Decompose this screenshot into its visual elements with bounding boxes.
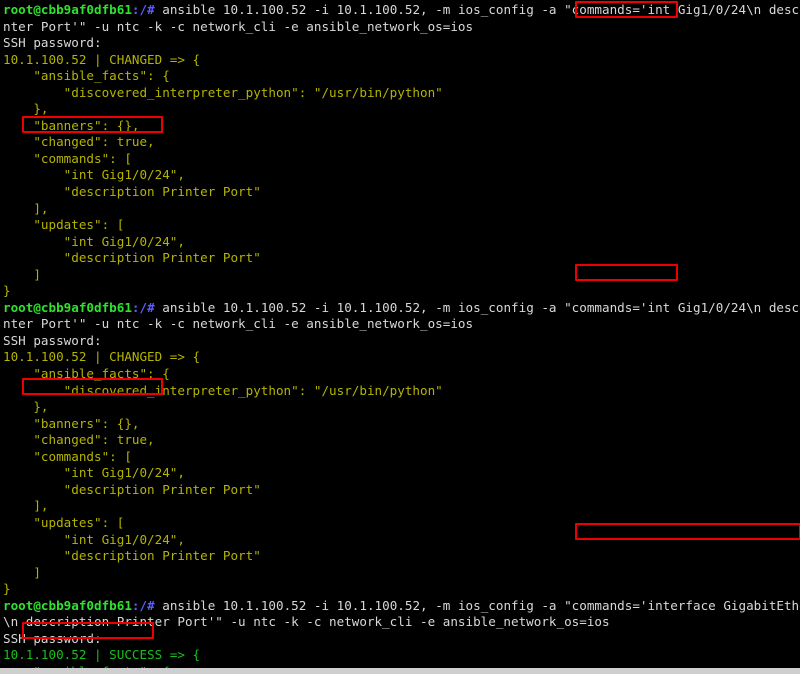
- terminal-output-line: "description Printer Port": [3, 482, 800, 499]
- terminal-output-line: SSH password:: [3, 631, 800, 648]
- output-text: "description Printer Port": [3, 481, 261, 497]
- output-text: SSH password:: [3, 630, 102, 646]
- terminal-output-line: },: [3, 399, 800, 416]
- terminal-output-line: "changed": true,: [3, 134, 800, 151]
- output-text: "commands": [: [3, 150, 132, 166]
- output-text: "ansible_facts": {: [3, 663, 170, 674]
- terminal-output-line: \n description Printer Port'" -u ntc -k …: [3, 614, 800, 631]
- prompt-path: :/#: [131, 597, 163, 613]
- output-text: "changed": true,: [3, 134, 155, 150]
- output-text: "description Printer Port": [3, 548, 261, 564]
- terminal-output-line: "banners": {},: [3, 416, 800, 433]
- terminal-output-line: 10.1.100.52 | CHANGED => {: [3, 52, 800, 69]
- terminal-output-line: },: [3, 101, 800, 118]
- output-text: 10.1.100.52 | CHANGED => {: [3, 51, 201, 67]
- terminal-output-line: }: [3, 581, 800, 598]
- terminal-output-line: nter Port'" -u ntc -k -c network_cli -e …: [3, 19, 800, 36]
- output-text: nter Port'" -u ntc -k -c network_cli -e …: [3, 316, 474, 332]
- terminal-output-line: "updates": [: [3, 515, 800, 532]
- terminal-output-line: }: [3, 283, 800, 300]
- terminal-output-line: ],: [3, 201, 800, 218]
- terminal-output-line: "int Gig1/0/24",: [3, 167, 800, 184]
- output-text: 10.1.100.52 | SUCCESS => {: [3, 647, 201, 663]
- prompt-path: :/#: [131, 2, 163, 17]
- terminal-output-line: "int Gig1/0/24",: [3, 532, 800, 549]
- output-text: "discovered_interpreter_python": "/usr/b…: [3, 84, 443, 100]
- output-text: "description Printer Port": [3, 250, 261, 266]
- terminal-output-line: "ansible_facts": {: [3, 366, 800, 383]
- output-text: "updates": [: [3, 217, 125, 233]
- terminal-output-line: "updates": [: [3, 217, 800, 234]
- output-text: "int Gig1/0/24",: [3, 465, 185, 481]
- terminal-output-line: nter Port'" -u ntc -k -c network_cli -e …: [3, 316, 800, 333]
- terminal-output-line: "ansible_facts": {: [3, 663, 800, 674]
- output-text: }: [3, 283, 11, 299]
- terminal-output-line: "changed": true,: [3, 432, 800, 449]
- terminal-output-line: "description Printer Port": [3, 548, 800, 565]
- output-text: nter Port'" -u ntc -k -c network_cli -e …: [3, 18, 474, 34]
- output-text: "description Printer Port": [3, 184, 261, 200]
- prompt-path: :/#: [131, 299, 163, 315]
- terminal-output-line: ]: [3, 267, 800, 284]
- terminal-screen[interactable]: root@cbb9af0dfb61:/# ansible 10.1.100.52…: [0, 0, 800, 674]
- output-text: ]: [3, 266, 41, 282]
- output-text: ],: [3, 498, 49, 514]
- terminal-output-line: 10.1.100.52 | SUCCESS => {: [3, 647, 800, 664]
- output-text: SSH password:: [3, 35, 102, 51]
- output-text: "banners": {},: [3, 415, 140, 431]
- terminal-output-line: SSH password:: [3, 35, 800, 52]
- output-text: "updates": [: [3, 514, 125, 530]
- output-text: "changed": true,: [3, 432, 155, 448]
- output-text: \n description Printer Port'" -u ntc -k …: [3, 614, 610, 630]
- prompt-command-text: ansible 10.1.100.52 -i 10.1.100.52, -m i…: [162, 2, 800, 17]
- output-text: "discovered_interpreter_python": "/usr/b…: [3, 382, 443, 398]
- terminal-output-line: "commands": [: [3, 449, 800, 466]
- output-text: ]: [3, 564, 41, 580]
- output-text: ],: [3, 200, 49, 216]
- output-text: },: [3, 101, 49, 117]
- output-text: "int Gig1/0/24",: [3, 167, 185, 183]
- terminal-prompt-line: root@cbb9af0dfb61:/# ansible 10.1.100.52…: [3, 598, 800, 615]
- terminal-output-line: "int Gig1/0/24",: [3, 234, 800, 251]
- terminal-window[interactable]: root@cbb9af0dfb61:/# ansible 10.1.100.52…: [0, 0, 800, 674]
- terminal-output-line: "ansible_facts": {: [3, 68, 800, 85]
- output-text: }: [3, 581, 11, 597]
- output-text: "int Gig1/0/24",: [3, 531, 185, 547]
- terminal-output-line: SSH password:: [3, 333, 800, 350]
- terminal-output-line: "banners": {},: [3, 118, 800, 135]
- terminal-output-line: ],: [3, 498, 800, 515]
- output-text: "commands": [: [3, 448, 132, 464]
- prompt-user-host: root@cbb9af0dfb61: [3, 597, 132, 613]
- output-text: SSH password:: [3, 332, 102, 348]
- terminal-prompt-line: root@cbb9af0dfb61:/# ansible 10.1.100.52…: [3, 300, 800, 317]
- output-text: "int Gig1/0/24",: [3, 233, 185, 249]
- terminal-output-line: "description Printer Port": [3, 184, 800, 201]
- terminal-output-line: 10.1.100.52 | CHANGED => {: [3, 349, 800, 366]
- terminal-output-line: "int Gig1/0/24",: [3, 465, 800, 482]
- output-text: "banners": {},: [3, 117, 140, 133]
- terminal-output-line: ]: [3, 565, 800, 582]
- output-text: "ansible_facts": {: [3, 68, 170, 84]
- output-text: },: [3, 399, 49, 415]
- terminal-output-line: "commands": [: [3, 151, 800, 168]
- prompt-user-host: root@cbb9af0dfb61: [3, 2, 132, 17]
- terminal-output-line: "discovered_interpreter_python": "/usr/b…: [3, 383, 800, 400]
- output-text: "ansible_facts": {: [3, 366, 170, 382]
- terminal-output-line: "discovered_interpreter_python": "/usr/b…: [3, 85, 800, 102]
- prompt-command-text: ansible 10.1.100.52 -i 10.1.100.52, -m i…: [162, 597, 800, 613]
- prompt-command-text: ansible 10.1.100.52 -i 10.1.100.52, -m i…: [162, 299, 800, 315]
- output-text: 10.1.100.52 | CHANGED => {: [3, 349, 201, 365]
- terminal-output-line: "description Printer Port": [3, 250, 800, 267]
- terminal-prompt-line: root@cbb9af0dfb61:/# ansible 10.1.100.52…: [3, 2, 800, 19]
- prompt-user-host: root@cbb9af0dfb61: [3, 299, 132, 315]
